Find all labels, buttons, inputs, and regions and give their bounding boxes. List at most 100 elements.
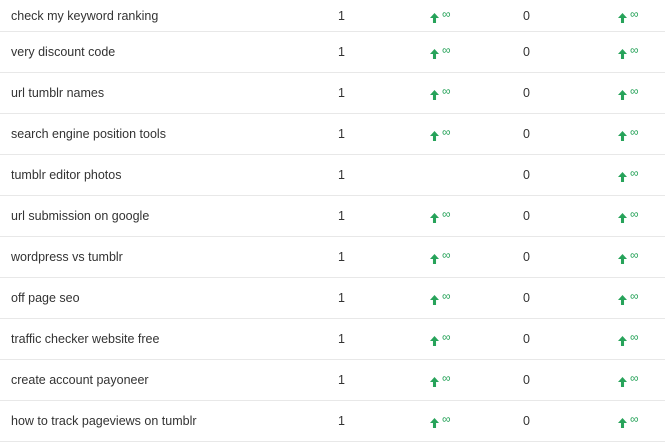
infinity-value: ∞: [442, 207, 451, 221]
current-value-cell: 0: [523, 127, 530, 141]
infinity-value: ∞: [630, 371, 639, 385]
arrow-up-icon: [430, 294, 439, 305]
infinity-value: ∞: [442, 125, 451, 139]
table-row[interactable]: url submission on google 1 ∞ 0 ∞: [0, 196, 665, 237]
table-row[interactable]: create account payoneer 1 ∞ 0 ∞: [0, 360, 665, 401]
change-cell: ∞: [430, 73, 451, 113]
position-cell: 1: [338, 250, 345, 264]
arrow-up-icon: [430, 12, 439, 23]
arrow-up-icon: [618, 48, 627, 59]
position-cell: 1: [338, 332, 345, 346]
arrow-up-icon: [618, 89, 627, 100]
infinity-value: ∞: [442, 84, 451, 98]
keyword-cell: how to track pageviews on tumblr: [11, 414, 197, 428]
change-cell: ∞: [430, 0, 451, 31]
keyword-cell: off page seo: [11, 291, 80, 305]
table-row[interactable]: tumblr editor photos 1 0 ∞: [0, 155, 665, 196]
change-cell-2: ∞: [618, 73, 639, 113]
change-cell: ∞: [430, 360, 451, 400]
table-row[interactable]: how to track pageviews on tumblr 1 ∞ 0 ∞: [0, 401, 665, 442]
change-cell-2: ∞: [618, 196, 639, 236]
infinity-value: ∞: [630, 330, 639, 344]
arrow-up-icon: [618, 212, 627, 223]
infinity-value: ∞: [442, 371, 451, 385]
change-cell-2: ∞: [618, 401, 639, 441]
infinity-value: ∞: [630, 6, 639, 21]
arrow-up-icon: [618, 12, 627, 23]
table-row[interactable]: off page seo 1 ∞ 0 ∞: [0, 278, 665, 319]
change-cell: ∞: [430, 237, 451, 277]
table-row[interactable]: url tumblr names 1 ∞ 0 ∞: [0, 73, 665, 114]
infinity-value: ∞: [630, 125, 639, 139]
current-value-cell: 0: [523, 168, 530, 182]
current-value-cell: 0: [523, 373, 530, 387]
change-cell-2: ∞: [618, 155, 639, 195]
change-cell-2: ∞: [618, 32, 639, 72]
current-value-cell: 0: [523, 45, 530, 59]
change-cell-2: ∞: [618, 0, 639, 31]
change-cell: ∞: [430, 114, 451, 154]
current-value-cell: 0: [523, 250, 530, 264]
change-cell: ∞: [430, 278, 451, 318]
arrow-up-icon: [618, 171, 627, 182]
infinity-value: ∞: [442, 289, 451, 303]
arrow-up-icon: [618, 294, 627, 305]
change-cell: ∞: [430, 401, 451, 441]
arrow-up-icon: [618, 335, 627, 346]
arrow-up-icon: [618, 417, 627, 428]
change-cell: ∞: [430, 319, 451, 359]
position-cell: 1: [338, 168, 345, 182]
position-cell: 1: [338, 86, 345, 100]
change-cell: ∞: [430, 32, 451, 72]
arrow-up-icon: [430, 48, 439, 59]
position-cell: 1: [338, 291, 345, 305]
table-row[interactable]: traffic checker website free 1 ∞ 0 ∞: [0, 319, 665, 360]
infinity-value: ∞: [442, 6, 451, 21]
table-row[interactable]: wordpress vs tumblr 1 ∞ 0 ∞: [0, 237, 665, 278]
keyword-cell: tumblr editor photos: [11, 168, 122, 182]
arrow-up-icon: [430, 376, 439, 387]
current-value-cell: 0: [523, 414, 530, 428]
current-value-cell: 0: [523, 209, 530, 223]
infinity-value: ∞: [630, 248, 639, 262]
keyword-cell: create account payoneer: [11, 373, 149, 387]
current-value-cell: 0: [523, 291, 530, 305]
current-value-cell: 0: [523, 332, 530, 346]
position-cell: 1: [338, 414, 345, 428]
infinity-value: ∞: [442, 412, 451, 426]
arrow-up-icon: [430, 89, 439, 100]
table-row[interactable]: very discount code 1 ∞ 0 ∞: [0, 32, 665, 73]
change-cell-2: ∞: [618, 114, 639, 154]
infinity-value: ∞: [630, 412, 639, 426]
arrow-up-icon: [430, 253, 439, 264]
infinity-value: ∞: [630, 207, 639, 221]
position-cell: 1: [338, 127, 345, 141]
arrow-up-icon: [430, 335, 439, 346]
keyword-cell: traffic checker website free: [11, 332, 160, 346]
arrow-up-icon: [618, 130, 627, 141]
keyword-cell: check my keyword ranking: [11, 8, 159, 23]
keyword-cell: url submission on google: [11, 209, 150, 223]
table-row[interactable]: check my keyword ranking 1 ∞ 0 ∞: [0, 0, 665, 32]
infinity-value: ∞: [442, 43, 451, 57]
change-cell: ∞: [430, 196, 451, 236]
infinity-value: ∞: [630, 289, 639, 303]
infinity-value: ∞: [442, 248, 451, 262]
position-cell: 1: [338, 8, 345, 23]
position-cell: 1: [338, 209, 345, 223]
infinity-value: ∞: [630, 43, 639, 57]
infinity-value: ∞: [630, 84, 639, 98]
change-cell-2: ∞: [618, 278, 639, 318]
change-cell-2: ∞: [618, 319, 639, 359]
change-cell-2: ∞: [618, 237, 639, 277]
position-cell: 1: [338, 45, 345, 59]
keyword-cell: wordpress vs tumblr: [11, 250, 123, 264]
infinity-value: ∞: [442, 330, 451, 344]
current-value-cell: 0: [523, 8, 530, 23]
table-row[interactable]: search engine position tools 1 ∞ 0 ∞: [0, 114, 665, 155]
arrow-up-icon: [430, 212, 439, 223]
keyword-cell: search engine position tools: [11, 127, 166, 141]
arrow-up-icon: [618, 253, 627, 264]
infinity-value: ∞: [630, 166, 639, 180]
arrow-up-icon: [430, 130, 439, 141]
